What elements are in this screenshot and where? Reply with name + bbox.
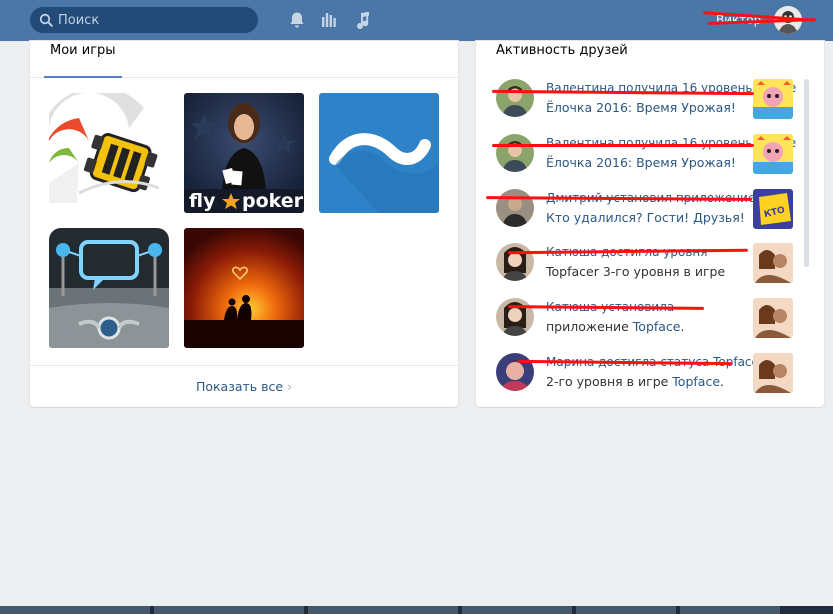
show-all-label: Показать все xyxy=(195,379,284,394)
activity-line2: Topfacer 3-го уровня в игре xyxy=(546,264,726,279)
tab-label: Мои игры xyxy=(50,43,116,58)
game-tile-wave[interactable] xyxy=(319,93,439,213)
activity-item[interactable]: Валентина получила 16 уровень в игре Ёло… xyxy=(496,79,796,123)
taskbar-button[interactable] xyxy=(308,606,458,614)
games-tabs: Мои игры xyxy=(30,41,458,78)
friend-avatar[interactable] xyxy=(496,298,534,336)
friends-activity-panel: Активность друзей Валентина получила 16 … xyxy=(476,41,824,407)
app-thumbnail[interactable] xyxy=(753,79,793,119)
top-bar: Виктор xyxy=(0,0,833,41)
taskbar-button[interactable] xyxy=(680,606,780,614)
activity-title: Активность друзей xyxy=(496,43,628,58)
activity-item[interactable]: Валентина получила 16 уровень в игре Ёло… xyxy=(496,134,796,178)
bell-icon[interactable] xyxy=(287,10,307,30)
taskbar-button[interactable] xyxy=(0,606,150,614)
search-icon xyxy=(39,13,53,27)
taskbar-button[interactable] xyxy=(462,606,572,614)
friend-avatar[interactable] xyxy=(496,79,534,117)
activity-line2[interactable]: Ёлочка 2016: Время Урожая! xyxy=(546,155,736,170)
search-input[interactable] xyxy=(58,12,248,28)
chevron-right-icon: › xyxy=(287,379,293,394)
search-box[interactable] xyxy=(30,7,258,33)
topface-link[interactable]: Topface xyxy=(672,374,720,389)
activity-line2: 2-го уровня в игре Topface. xyxy=(546,374,724,389)
tab-my-games[interactable]: Мои игры xyxy=(44,41,122,78)
app-thumbnail[interactable] xyxy=(753,243,793,283)
app-thumbnail[interactable]: КТО xyxy=(753,189,793,229)
game-tile-messenger[interactable] xyxy=(49,228,169,348)
app-thumbnail[interactable] xyxy=(753,134,793,174)
topface-link[interactable]: Topface xyxy=(633,319,681,334)
friend-avatar[interactable] xyxy=(496,134,534,172)
friend-avatar[interactable] xyxy=(496,353,534,391)
activity-line2-text: 2-го уровня в игре xyxy=(546,374,673,389)
redaction-mark xyxy=(492,144,754,147)
music-note-icon[interactable] xyxy=(353,10,373,30)
friend-avatar[interactable] xyxy=(496,189,534,227)
show-all-link[interactable]: Показать все › xyxy=(196,379,292,394)
my-games-panel: Мои игры fly poker Показать все › xyxy=(30,41,458,407)
friend-avatar[interactable] xyxy=(496,243,534,281)
activity-line2-end: . xyxy=(680,319,685,334)
game-tile-racing[interactable] xyxy=(49,93,169,213)
svg-text:poker: poker xyxy=(242,190,304,212)
activity-line2-text: приложение xyxy=(546,319,633,334)
taskbar-button[interactable] xyxy=(154,606,304,614)
app-thumbnail[interactable] xyxy=(753,298,793,338)
activity-line2-end: . xyxy=(720,374,724,389)
scrollbar[interactable] xyxy=(804,79,809,267)
os-taskbar xyxy=(0,606,833,614)
activity-line2: приложение Topface. xyxy=(546,319,684,334)
equalizer-icon[interactable] xyxy=(319,10,339,30)
game-tile-sunset[interactable] xyxy=(184,228,304,348)
svg-text:fly: fly xyxy=(189,190,216,212)
taskbar-button[interactable] xyxy=(576,606,676,614)
activity-line2[interactable]: Ёлочка 2016: Время Урожая! xyxy=(546,100,736,115)
game-tile-flypoker[interactable]: fly poker xyxy=(184,93,304,213)
app-thumbnail[interactable] xyxy=(753,353,793,393)
activity-line2[interactable]: Кто удалился? Гости! Друзья! xyxy=(546,210,745,225)
show-all-row: Показать все › xyxy=(30,365,458,408)
